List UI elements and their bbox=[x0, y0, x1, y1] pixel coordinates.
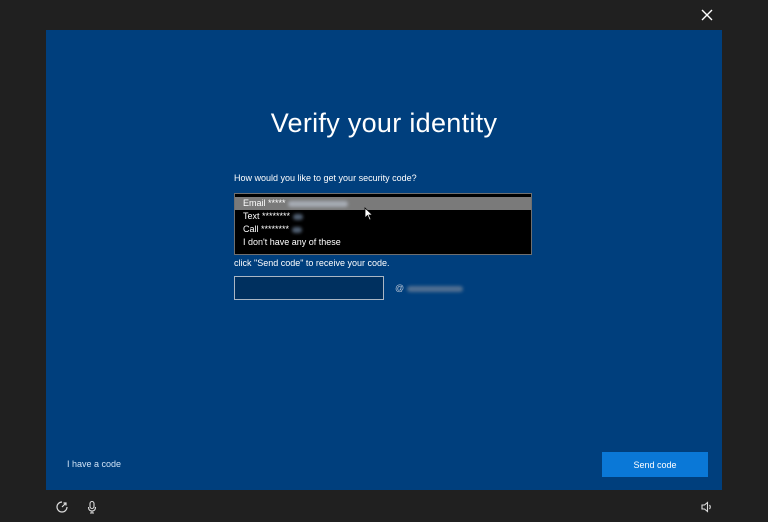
redacted-text bbox=[406, 285, 463, 292]
ease-of-access-button[interactable] bbox=[55, 500, 69, 514]
verify-panel: Verify your identity How would you like … bbox=[46, 30, 722, 490]
option-label: Call bbox=[243, 224, 262, 234]
microphone-button[interactable] bbox=[85, 500, 99, 514]
option-email[interactable]: Email ***** bbox=[235, 197, 531, 210]
close-button[interactable] bbox=[696, 4, 718, 26]
security-code-method-list[interactable]: Email ***** Text ******** Call ******** … bbox=[234, 193, 532, 255]
option-text[interactable]: Text ******** bbox=[235, 210, 531, 223]
redacted-text bbox=[292, 213, 303, 220]
redacted-text bbox=[288, 200, 349, 207]
microphone-icon bbox=[87, 500, 97, 514]
volume-button[interactable] bbox=[700, 500, 714, 514]
mouse-pointer-icon bbox=[364, 207, 374, 221]
option-label: Email bbox=[243, 198, 269, 208]
redacted-text bbox=[291, 226, 302, 233]
ease-of-access-icon bbox=[56, 501, 68, 513]
volume-icon bbox=[701, 501, 711, 513]
option-label: Text bbox=[243, 211, 263, 221]
email-at-sign: @ bbox=[395, 283, 405, 293]
send-code-button[interactable]: Send code bbox=[602, 452, 708, 477]
option-call[interactable]: Call ******** bbox=[235, 223, 531, 236]
close-icon bbox=[701, 9, 713, 21]
masked-value: ******** bbox=[262, 211, 291, 221]
email-domain-label: @ bbox=[395, 283, 463, 293]
email-code-input[interactable] bbox=[234, 276, 384, 300]
option-none[interactable]: I don't have any of these bbox=[235, 236, 531, 249]
option-label: I don't have any of these bbox=[243, 237, 341, 247]
page-title: Verify your identity bbox=[270, 108, 498, 138]
oobe-window: Verify your identity How would you like … bbox=[0, 0, 768, 522]
masked-value: ******** bbox=[261, 224, 290, 234]
question-label: How would you like to get your security … bbox=[234, 173, 417, 183]
send-code-hint: click "Send code" to receive your code. bbox=[234, 258, 390, 268]
have-code-link[interactable]: I have a code bbox=[67, 459, 121, 469]
masked-value: ***** bbox=[268, 198, 286, 208]
